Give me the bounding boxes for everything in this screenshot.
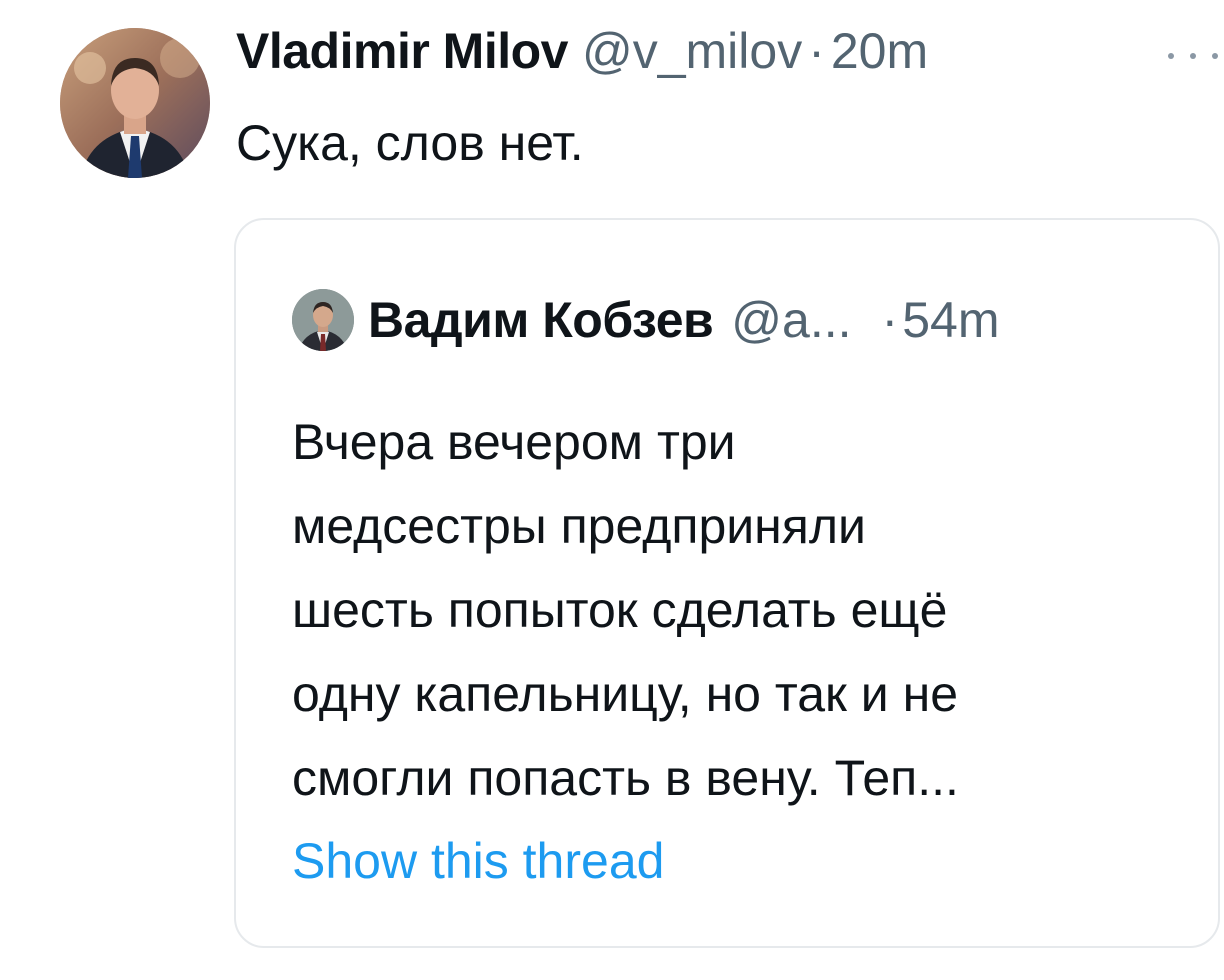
quoted-tweet-timestamp: 54m (902, 292, 1000, 348)
separator-dot: · (881, 292, 899, 348)
tweet-header: Vladimir Milov @v_milov · 20m (236, 22, 928, 92)
author-display-name[interactable]: Vladimir Milov (236, 22, 568, 80)
quoted-tweet-text: Вчера вечером три медсестры предприняли … (292, 400, 1192, 820)
separator-dot: · (808, 23, 825, 79)
user-avatar-icon (60, 28, 210, 178)
show-thread-link[interactable]: Show this thread (292, 832, 664, 890)
quoted-text-line: шесть попыток сделать ещё (292, 582, 948, 638)
more-horizontal-icon[interactable] (1168, 44, 1218, 68)
quoted-tweet-header: Вадим Кобзев @a... · 54m (292, 280, 1172, 360)
user-avatar-icon (292, 289, 354, 351)
tweet[interactable]: Vladimir Milov @v_milov · 20m Сука, слов… (0, 0, 1224, 980)
author-handle[interactable]: @v_milov (582, 22, 802, 80)
quoted-text-line: смогли попасть в вену. Теп... (292, 750, 959, 806)
quoted-text-line: Вчера вечером три (292, 414, 736, 470)
quoted-author-avatar (292, 289, 354, 351)
quoted-author-handle: @a... (731, 292, 852, 348)
tweet-timestamp[interactable]: 20m (831, 22, 928, 80)
quoted-text-line: одну капельницу, но так и не (292, 666, 959, 722)
quoted-tweet-card[interactable]: Вадим Кобзев @a... · 54m Вчера вечером т… (234, 218, 1220, 948)
tweet-text: Сука, слов нет. (236, 115, 584, 171)
author-avatar[interactable] (60, 28, 210, 178)
quoted-text-line: медсестры предприняли (292, 498, 866, 554)
quoted-author-display-name: Вадим Кобзев (368, 292, 714, 348)
